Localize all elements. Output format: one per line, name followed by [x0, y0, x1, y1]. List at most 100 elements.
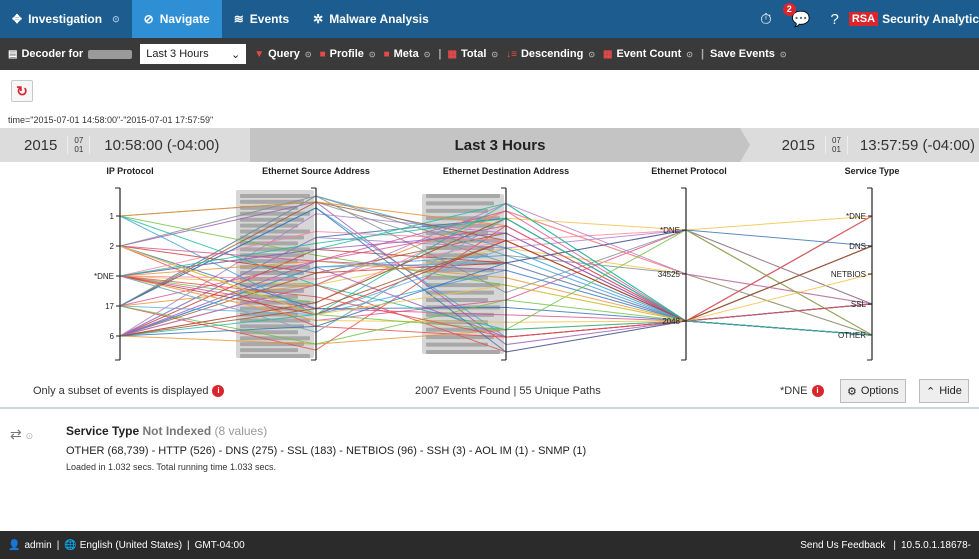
axis-tick-label[interactable]: SSL — [851, 300, 867, 309]
dne-legend: *DNE i — [780, 385, 824, 397]
redacted-address-label — [426, 350, 500, 354]
save-events-menu[interactable]: Save Events ⊙ — [710, 48, 787, 60]
sort-menu[interactable]: ↓≡ Descending ⊙ — [506, 48, 595, 60]
help-icon[interactable]: ? — [830, 11, 838, 28]
options-button[interactable]: ⚙ Options — [840, 379, 906, 403]
end-year: 2015 — [781, 136, 816, 154]
divider: | — [438, 48, 442, 60]
redacted-address-label — [426, 208, 488, 213]
username[interactable]: admin — [24, 540, 51, 551]
meta-key-name[interactable]: Service Type — [66, 424, 139, 438]
globe-icon: 🌐 — [64, 539, 77, 551]
brand-name: Security Analytic — [882, 12, 979, 26]
end-month: 07 — [832, 136, 841, 145]
axis-tick-label[interactable]: 6 — [110, 332, 115, 341]
start-month-day: 07 01 — [67, 136, 91, 154]
navigate-icon: ⊘ — [143, 12, 154, 26]
chevron-up-icon: ⌃ — [926, 385, 936, 398]
event-count-label: Event Count — [616, 48, 682, 60]
profile-menu[interactable]: ■ Profile ⊙ — [320, 48, 376, 60]
notification-badge: 2 — [782, 3, 796, 16]
axis-tick-label[interactable]: OTHER — [838, 331, 866, 340]
top-nav: ✥ Investigation ⊙ ⊘ Navigate ≋ Events ✲ … — [0, 0, 979, 38]
redacted-address-label — [240, 354, 310, 358]
total-label: Total — [460, 48, 487, 60]
divider: | — [700, 48, 705, 60]
timeline-end[interactable]: 2015 07 01 13:57:59 (-04:00) — [770, 128, 979, 162]
decoder-selector[interactable]: ▤ Decoder for — [8, 48, 133, 60]
hide-button[interactable]: ⌃ Hide — [919, 379, 969, 403]
timeline-bar: Last 3 Hours 2015 07 01 10:58:00 (-04:00)… — [0, 128, 979, 162]
axis-tick-label[interactable]: 2 — [110, 242, 115, 251]
refresh-button[interactable]: ↻ — [11, 80, 33, 102]
timer-icon[interactable]: ⏱ — [760, 11, 772, 28]
query-menu[interactable]: ▼ Query ⊙ — [254, 48, 311, 60]
tab-navigate[interactable]: ⊘ Navigate — [131, 0, 222, 38]
axis-tick-label[interactable]: 1 — [110, 212, 115, 221]
meta-values-list[interactable]: OTHER (68,739) - HTTP (526) - DNS (275) … — [66, 445, 586, 457]
parallel-coordinates-chart[interactable]: 1 2 *DNE 17 6 *DNE 34525 2048 *DNE DNS NETBIOS SSL O… — [0, 162, 979, 382]
sort-icon: ↓≡ — [506, 48, 517, 60]
decoder-label: Decoder for — [21, 48, 84, 60]
axis-tick-label[interactable]: NETBIOS — [831, 270, 866, 279]
info-icon[interactable]: i — [212, 385, 225, 397]
redacted-address-label — [240, 194, 310, 198]
drill-icon[interactable]: ⇄ ⊙ — [10, 426, 33, 443]
info-icon[interactable]: i — [811, 385, 824, 397]
event-count-menu[interactable]: ▦ Event Count ⊙ — [603, 48, 693, 60]
end-time: 13:57:59 (-04:00) — [859, 136, 975, 154]
timeline-label: Last 3 Hours — [454, 136, 546, 154]
redacted-address-label — [426, 194, 500, 198]
end-month-day: 07 01 — [825, 136, 848, 154]
dne-label: *DNE — [780, 385, 808, 397]
gear-icon: ⚙ — [847, 385, 857, 398]
values-count: (8 values) — [214, 424, 268, 438]
chevron-down-icon: ⊙ — [304, 49, 312, 59]
user-icon: 👤 — [8, 539, 21, 551]
section-divider — [0, 407, 979, 409]
filter-icon: ▼ — [254, 48, 265, 60]
notifications-icon[interactable]: 💬 2 — [782, 3, 810, 28]
axis-tick-label[interactable]: DNS — [849, 242, 866, 251]
divider: | — [187, 539, 190, 551]
tab-malware-analysis[interactable]: ✲ Malware Analysis — [301, 0, 441, 38]
timeline-start[interactable]: 2015 07 01 10:58:00 (-04:00) — [0, 128, 229, 162]
end-day: 01 — [832, 145, 841, 154]
meta-icon: ■ — [383, 48, 390, 60]
tab-label: Navigate — [159, 12, 210, 26]
chevron-down-icon[interactable]: ⊙ — [112, 14, 120, 25]
events-icon: ≋ — [233, 12, 244, 26]
start-time: 10:58:00 (-04:00) — [104, 136, 220, 154]
query-string: time="2015-07-01 14:58:00"-"2015-07-01 1… — [8, 115, 214, 125]
meta-menu[interactable]: ■ Meta ⊙ — [384, 48, 431, 60]
axis-tick-label[interactable]: 2048 — [662, 317, 680, 326]
tab-label: Malware Analysis — [329, 12, 429, 26]
hide-label: Hide — [939, 385, 962, 397]
timezone: GMT-04:00 — [194, 539, 245, 551]
tab-investigation[interactable]: ✥ Investigation ⊙ — [0, 0, 132, 38]
version: 10.5.0.1.18678- — [900, 539, 971, 551]
malware-icon: ✲ — [313, 12, 324, 26]
chevron-down-icon: ⊙ — [686, 49, 693, 59]
grid-icon: ▦ — [603, 48, 613, 60]
chevron-down-icon: ⊙ — [368, 49, 376, 59]
axis-tick-label[interactable]: 17 — [105, 302, 114, 311]
axis-tick-label[interactable]: *DNE — [94, 272, 114, 281]
time-range-select[interactable]: Last 3 Hours ⌄ — [140, 44, 247, 64]
axis-tick-label[interactable]: *DNE — [660, 226, 680, 235]
redacted-address-label — [240, 348, 298, 353]
chevron-down-icon: ⌄ — [230, 48, 241, 61]
timeline-range-label[interactable]: Last 3 Hours — [250, 128, 750, 162]
toolbar: ▤ Decoder for Last 3 Hours ⌄ ▼ Query ⊙ ■… — [0, 38, 979, 70]
axis-tick-label[interactable]: 34525 — [658, 270, 681, 279]
events-summary: 2007 Events Found | 55 Unique Paths — [415, 385, 601, 397]
language[interactable]: English (United States) — [80, 540, 182, 551]
chevron-down-icon: ⊙ — [588, 49, 596, 59]
save-events-label: Save Events — [710, 48, 775, 60]
axis-tick-label[interactable]: *DNE — [846, 212, 866, 221]
total-menu[interactable]: ▦ Total ⊙ — [447, 48, 498, 60]
tab-events[interactable]: ≋ Events — [222, 0, 301, 38]
feedback-link[interactable]: Send Us Feedback — [800, 540, 885, 551]
brand: RSA Security Analytic — [848, 12, 979, 26]
meta-title: Service Type Not Indexed (8 values) — [66, 424, 267, 438]
